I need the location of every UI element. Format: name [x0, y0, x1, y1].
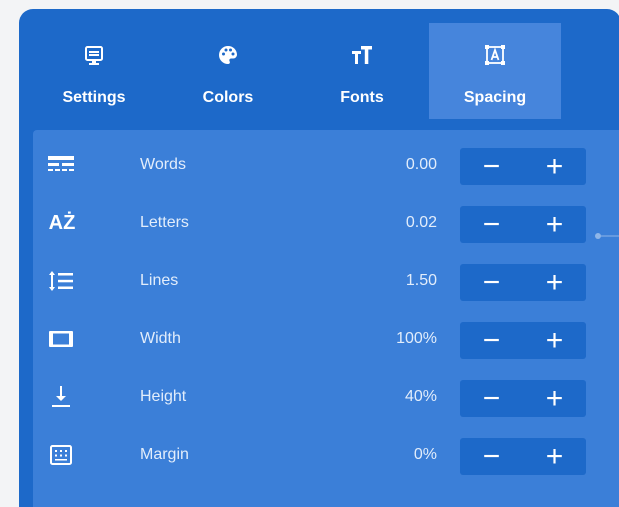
increase-words-button[interactable]: + [523, 148, 586, 185]
letters-stepper: − + [460, 206, 586, 243]
height-stepper: − + [460, 380, 586, 417]
spacing-row-value: 0% [413, 446, 437, 463]
tab-spacing[interactable]: Spacing [429, 23, 561, 119]
tab-settings-label: Settings [62, 89, 126, 106]
decrease-margin-button[interactable]: − [460, 438, 523, 475]
settings-icon [85, 46, 103, 65]
word-spacing-icon [48, 156, 74, 171]
margin-stepper: − + [460, 438, 586, 475]
tab-fonts-label: Fonts [340, 89, 384, 106]
words-stepper: − + [460, 148, 586, 185]
spacing-row-width: Width 100% − + [33, 310, 619, 368]
decrease-words-button[interactable]: − [460, 148, 523, 185]
spacing-row-value: 40% [404, 388, 437, 405]
decrease-width-button[interactable]: − [460, 322, 523, 359]
tab-colors[interactable]: Colors [162, 23, 294, 119]
spacing-row-label: Width [140, 330, 181, 347]
tab-bar: Settings Colors Fonts Spacing [19, 9, 619, 121]
callout-connector [595, 233, 619, 239]
height-icon [52, 386, 70, 407]
margin-icon [50, 445, 72, 465]
decrease-height-button[interactable]: − [460, 380, 523, 417]
tab-spacing-label: Spacing [463, 89, 527, 106]
spacing-row-label: Margin [140, 446, 189, 463]
spacing-row-value: 1.50 [405, 272, 437, 289]
spacing-settings-list: Words 0.00 − + AŻ Letters 0.02 − + Lines… [33, 130, 619, 507]
spacing-row-letters: AŻ Letters 0.02 − + [33, 194, 619, 252]
spacing-icon [485, 45, 505, 65]
line-spacing-icon [49, 271, 73, 291]
spacing-row-label: Height [140, 388, 187, 405]
decrease-lines-button[interactable]: − [460, 264, 523, 301]
tab-colors-label: Colors [202, 89, 254, 106]
palette-icon [219, 46, 237, 64]
spacing-row-margin: Margin 0% − + [33, 426, 619, 484]
width-icon [49, 331, 73, 347]
tab-fonts[interactable]: Fonts [296, 23, 428, 119]
spacing-row-label: Lines [140, 272, 179, 289]
width-stepper: − + [460, 322, 586, 359]
increase-width-button[interactable]: + [523, 322, 586, 359]
spacing-row-value: 0.00 [405, 156, 437, 173]
tab-settings[interactable]: Settings [28, 23, 160, 119]
decrease-letters-button[interactable]: − [460, 206, 523, 243]
increase-lines-button[interactable]: + [523, 264, 586, 301]
reader-settings-panel: Settings Colors Fonts Spacing Words 0.00… [19, 9, 619, 507]
spacing-row-value: 100% [396, 330, 437, 347]
letter-spacing-icon: AŻ [48, 212, 76, 234]
font-size-icon [352, 46, 372, 64]
spacing-row-words: Words 0.00 − + [33, 136, 619, 194]
spacing-row-height: Height 40% − + [33, 368, 619, 426]
spacing-row-label: Words [140, 156, 186, 173]
increase-height-button[interactable]: + [523, 380, 586, 417]
increase-margin-button[interactable]: + [523, 438, 586, 475]
spacing-row-lines: Lines 1.50 − + [33, 252, 619, 310]
spacing-row-value: 0.02 [405, 214, 437, 231]
increase-letters-button[interactable]: + [523, 206, 586, 243]
lines-stepper: − + [460, 264, 586, 301]
spacing-row-label: Letters [140, 214, 189, 231]
